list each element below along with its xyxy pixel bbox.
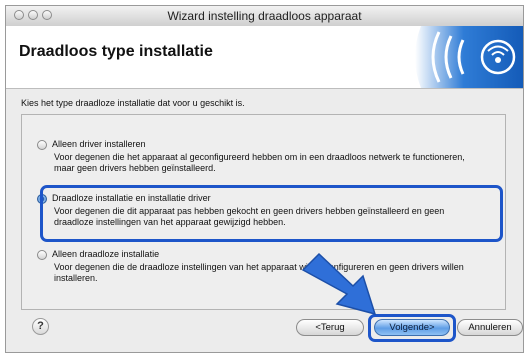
page-title: Draadloos type installatie xyxy=(19,43,213,60)
window-title: Wizard instelling draadloos apparaat xyxy=(167,9,362,23)
radio-wireless-only[interactable] xyxy=(37,250,47,260)
back-button[interactable]: <Terug xyxy=(296,319,364,336)
instruction-text: Kies het type draadloze installatie dat … xyxy=(21,98,245,108)
option-label: Alleen draadloze installatie xyxy=(52,249,160,259)
option-description: Voor degenen die het apparaat al geconfi… xyxy=(54,152,465,173)
selection-highlight xyxy=(40,185,503,242)
pointer-arrow-icon xyxy=(301,252,377,316)
help-button[interactable]: ? xyxy=(32,318,49,335)
wireless-banner xyxy=(415,26,523,88)
cancel-button[interactable]: Annuleren xyxy=(457,319,523,336)
radio-driver-only[interactable] xyxy=(37,140,47,150)
wizard-header: Draadloos type installatie xyxy=(6,26,523,89)
wizard-window: Wizard instelling draadloos apparaat Dra… xyxy=(5,5,524,353)
option-description: Voor degenen die de draadloze instelling… xyxy=(54,262,464,283)
next-button-highlight xyxy=(368,314,456,342)
option-label: Alleen driver installeren xyxy=(52,139,146,149)
title-bar: Wizard instelling draadloos apparaat xyxy=(6,6,523,27)
